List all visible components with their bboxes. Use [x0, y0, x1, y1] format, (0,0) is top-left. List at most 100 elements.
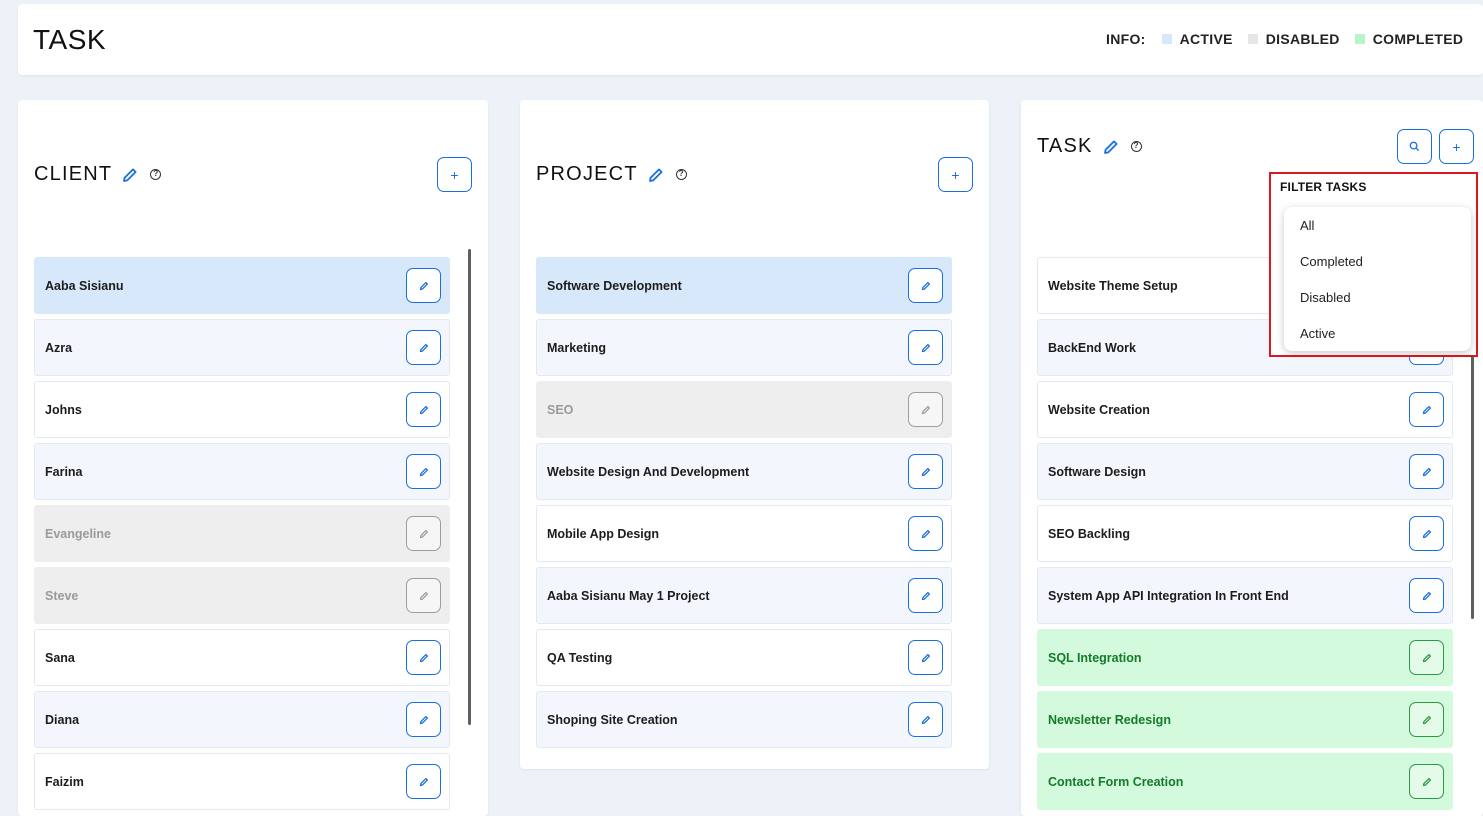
edit-task-button[interactable] [1409, 392, 1444, 427]
client-item-name: Evangeline [45, 526, 111, 541]
task-item-name: Software Design [1048, 464, 1146, 479]
client-list-item[interactable]: Johns [34, 381, 450, 438]
task-list-item[interactable]: SQL Integration [1037, 629, 1453, 686]
client-list-item[interactable]: Steve [34, 567, 450, 624]
legend-disabled-swatch [1247, 34, 1258, 44]
task-list-item[interactable]: SEO Backling [1037, 505, 1453, 562]
client-list-item[interactable]: Diana [34, 691, 450, 748]
edit-project-button[interactable] [908, 640, 943, 675]
task-item-name: Website Theme Setup [1048, 278, 1178, 293]
project-list-item[interactable]: Website Design And Development [536, 443, 952, 500]
pencil-icon [419, 777, 429, 787]
edit-client-button[interactable] [406, 578, 441, 613]
edit-task-button[interactable] [1409, 454, 1444, 489]
edit-project-button[interactable] [908, 330, 943, 365]
task-list-item[interactable]: Website Creation [1037, 381, 1453, 438]
client-item-name: Faizim [45, 774, 84, 789]
project-item-name: Mobile App Design [547, 526, 660, 541]
task-list-item[interactable]: Newsletter Redesign [1037, 691, 1453, 748]
project-list-item[interactable]: QA Testing [536, 629, 952, 686]
task-list-item[interactable]: Contact Form Creation [1037, 753, 1453, 810]
task-list-item[interactable]: System App API Integration In Front End [1037, 567, 1453, 624]
client-list-item[interactable]: Faizim [34, 753, 450, 810]
pencil-icon[interactable] [648, 167, 664, 183]
pencil-icon[interactable] [1103, 139, 1119, 155]
task-item-name: System App API Integration In Front End [1048, 588, 1289, 603]
edit-client-button[interactable] [406, 268, 441, 303]
project-list-item[interactable]: Aaba Sisianu May 1 Project [536, 567, 952, 624]
project-panel: PROJECT ? + Software Development Marketin… [520, 100, 989, 769]
edit-task-button[interactable] [1409, 702, 1444, 737]
project-panel-title: PROJECT [536, 163, 638, 185]
project-list-item[interactable]: Marketing [536, 319, 952, 376]
client-list-item[interactable]: Azra [34, 319, 450, 376]
task-panel-header: TASK ? [1037, 135, 1142, 158]
project-item-name: QA Testing [547, 650, 613, 665]
edit-task-button[interactable] [1409, 640, 1444, 675]
edit-client-button[interactable] [406, 392, 441, 427]
client-list-scrollbar[interactable] [468, 249, 471, 725]
add-client-button[interactable]: + [437, 157, 472, 192]
edit-client-button[interactable] [406, 516, 441, 551]
legend-completed: COMPLETED [1354, 31, 1464, 47]
edit-client-button[interactable] [406, 640, 441, 675]
edit-client-button[interactable] [406, 454, 441, 489]
filter-tasks-dropdown: All Completed Disabled Active [1284, 207, 1471, 351]
project-list: Software Development Marketing SEO Website … [536, 257, 952, 753]
project-list-item[interactable]: SEO [536, 381, 952, 438]
pencil-icon [1422, 715, 1432, 725]
search-task-button[interactable] [1397, 129, 1432, 164]
edit-project-button[interactable] [908, 578, 943, 613]
project-list-item[interactable]: Software Development [536, 257, 952, 314]
project-list-item[interactable]: Mobile App Design [536, 505, 952, 562]
add-project-button[interactable]: + [938, 157, 973, 192]
page-title: TASK [33, 24, 107, 55]
client-item-name: Johns [45, 402, 82, 417]
client-list-item[interactable]: Sana [34, 629, 450, 686]
search-icon [1409, 140, 1420, 154]
edit-task-button[interactable] [1409, 516, 1444, 551]
pencil-icon [1422, 777, 1432, 787]
edit-project-button[interactable] [908, 516, 943, 551]
pencil-icon[interactable] [122, 167, 138, 183]
add-task-button[interactable]: + [1439, 129, 1474, 164]
pencil-icon [419, 281, 429, 291]
task-panel-title: TASK [1037, 135, 1093, 157]
legend-active-label: ACTIVE [1179, 31, 1233, 47]
edit-project-button[interactable] [908, 392, 943, 427]
pencil-icon [921, 343, 931, 353]
edit-project-button[interactable] [908, 702, 943, 737]
client-list-item[interactable]: Farina [34, 443, 450, 500]
filter-tasks-popup: FILTER TASKS All Completed Disabled Acti… [1269, 172, 1478, 357]
edit-client-button[interactable] [406, 702, 441, 737]
filter-option-completed[interactable]: Completed [1284, 243, 1471, 279]
edit-task-button[interactable] [1409, 764, 1444, 799]
filter-option-all[interactable]: All [1284, 207, 1471, 243]
edit-project-button[interactable] [908, 454, 943, 489]
pencil-icon [419, 653, 429, 663]
pencil-icon [1422, 591, 1432, 601]
project-panel-header: PROJECT ? [536, 163, 687, 186]
task-list-item[interactable]: Software Design [1037, 443, 1453, 500]
legend-disabled-label: DISABLED [1265, 31, 1340, 47]
help-circle-icon[interactable]: ? [150, 169, 162, 180]
legend-active: ACTIVE [1161, 31, 1233, 47]
client-item-name: Farina [45, 464, 83, 479]
filter-option-active[interactable]: Active [1284, 315, 1471, 351]
edit-client-button[interactable] [406, 764, 441, 799]
project-item-name: Software Development [547, 278, 682, 293]
edit-task-button[interactable] [1409, 578, 1444, 613]
edit-project-button[interactable] [908, 268, 943, 303]
help-circle-icon[interactable]: ? [675, 169, 687, 180]
filter-option-disabled[interactable]: Disabled [1284, 279, 1471, 315]
pencil-icon [419, 591, 429, 601]
client-list-item[interactable]: Evangeline [34, 505, 450, 562]
client-list-item[interactable]: Aaba Sisianu [34, 257, 450, 314]
pencil-icon [419, 405, 429, 415]
legend-label: INFO: [1106, 31, 1146, 47]
task-item-name: SQL Integration [1048, 650, 1142, 665]
edit-client-button[interactable] [406, 330, 441, 365]
project-list-item[interactable]: Shoping Site Creation [536, 691, 952, 748]
help-circle-icon[interactable]: ? [1130, 141, 1142, 152]
task-item-name: Newsletter Redesign [1048, 712, 1171, 727]
